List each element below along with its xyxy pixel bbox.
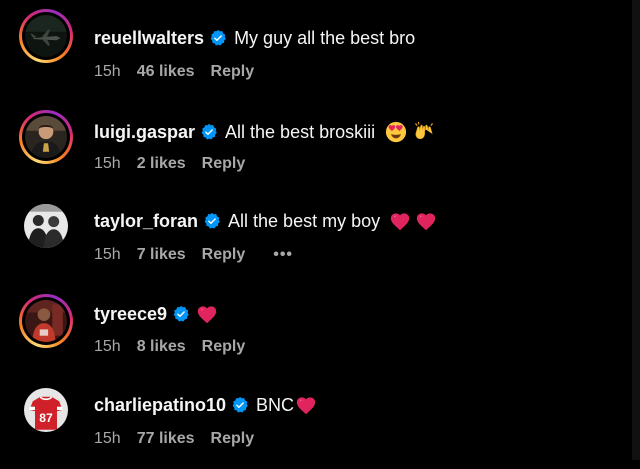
comment-timestamp: 15h [94,338,121,355]
likes-count[interactable]: 7 likes [137,246,186,264]
username[interactable]: taylor_foran [94,211,198,232]
likes-count[interactable]: 2 likes [137,155,186,173]
reply-button[interactable]: Reply [202,155,246,173]
comment-item: luigi.gaspar All the best broskiii 15h 2… [0,101,630,193]
comment-timestamp: 15h [94,246,121,263]
scrollbar-track[interactable] [632,0,640,460]
player-photo-avatar-icon [25,116,67,158]
verified-badge-icon [200,123,218,141]
red-heart-emoji-icon [416,212,436,231]
comment-text: All the best my boy [228,210,381,231]
comment-timestamp: 15h [94,63,121,80]
comment-item: taylor_foran All the best my boy 15h 7 l… [0,193,630,285]
avatar[interactable]: 87 [19,383,73,437]
verified-badge-icon [203,212,221,230]
comment-timestamp: 15h [94,430,121,447]
red-heart-emoji-icon [390,212,410,231]
reply-button[interactable]: Reply [202,246,246,264]
player-seated-avatar-icon [25,300,67,342]
username[interactable]: charliepatino10 [94,395,226,416]
red-heart-emoji-icon [197,305,217,324]
bw-group-photo-avatar-icon [24,204,68,248]
comment-text: BNC [256,394,295,415]
comment-item: tyreece9 15h 8 likes Reply [0,285,630,377]
avatar-story-ring[interactable] [19,110,73,164]
username[interactable]: tyreece9 [94,304,167,325]
likes-count[interactable]: 77 likes [137,430,195,448]
fighter-jet-avatar-icon [25,15,67,57]
avatar[interactable] [19,199,73,253]
verified-badge-icon [209,29,227,47]
more-options-icon[interactable]: ••• [273,246,293,264]
comment-item: 87 charliepatino10 BNC 15h 77 likes Repl… [0,377,630,469]
reply-button[interactable]: Reply [202,338,246,356]
comment-item: reuellwalters My guy all the best bro 15… [0,9,630,101]
comment-timestamp: 15h [94,155,121,172]
likes-count[interactable]: 8 likes [137,338,186,356]
comment-text: All the best broskiii [225,121,376,142]
likes-count[interactable]: 46 likes [137,63,195,81]
verified-badge-icon [231,396,249,414]
jersey-87-avatar-icon: 87 [24,388,68,432]
reply-button[interactable]: Reply [211,430,255,448]
reply-button[interactable]: Reply [211,63,255,81]
avatar-story-ring[interactable] [19,9,73,63]
avatar-story-ring[interactable] [19,294,73,348]
username[interactable]: luigi.gaspar [94,122,195,143]
red-heart-emoji-icon [296,396,316,415]
username[interactable]: reuellwalters [94,28,204,49]
comment-text: My guy all the best bro [234,27,416,48]
heart-eyes-emoji-icon [385,121,407,143]
raised-hands-emoji-icon [413,121,435,143]
jersey-number: 87 [39,411,53,425]
verified-badge-icon [172,305,190,323]
